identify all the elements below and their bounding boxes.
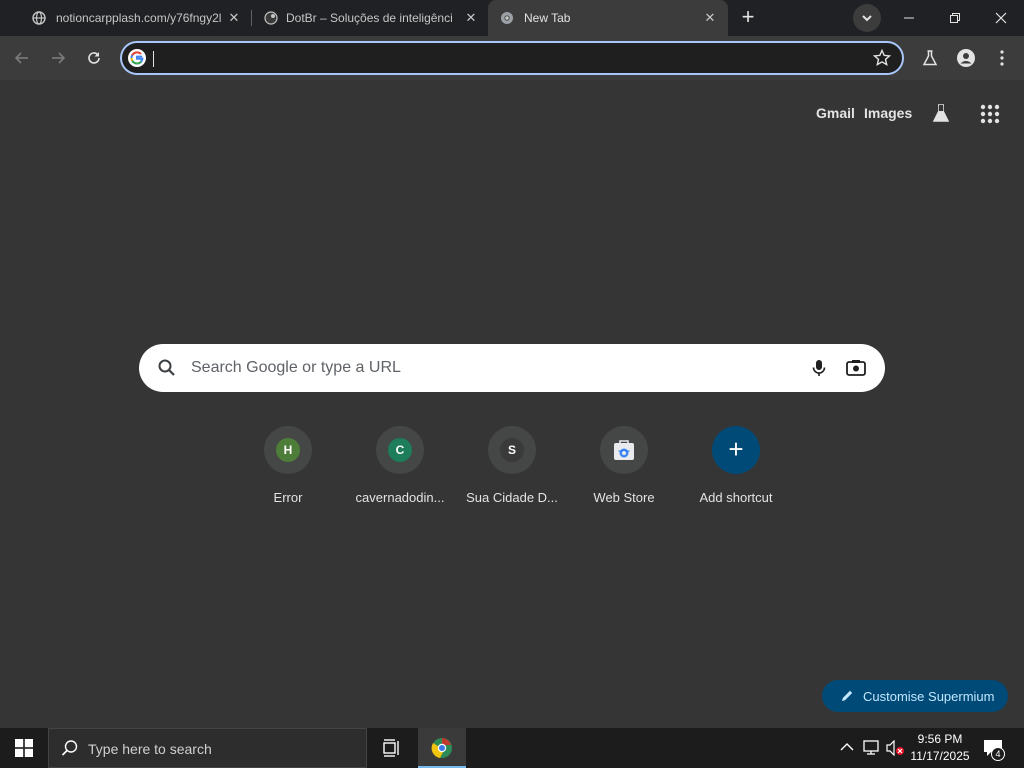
more-vert-icon — [1000, 50, 1004, 66]
taskbar-clock[interactable]: 9:56 PM 11/17/2025 — [904, 731, 976, 765]
tab-title: New Tab — [524, 11, 571, 25]
notifications-button[interactable]: 4 — [980, 728, 1008, 768]
shortcut-label: Sua Cidade D... — [466, 490, 558, 505]
arrow-left-icon — [14, 52, 28, 64]
ntp-search-box[interactable]: Search Google or type a URL — [139, 344, 885, 392]
shortcut-label: Error — [273, 490, 303, 505]
search-icon — [61, 740, 78, 756]
shortcut-letter-icon: S — [500, 438, 524, 462]
close-tab-icon[interactable]: ✕ — [225, 9, 243, 27]
search-icon — [158, 359, 175, 376]
customise-label: Customise Supermium — [863, 689, 995, 704]
tab-new-tab[interactable]: New Tab ✕ — [488, 0, 728, 36]
shortcut-icon-bg — [600, 426, 648, 474]
shortcut-icon-bg: C — [376, 426, 424, 474]
shortcut-tile[interactable]: C cavernadodin... — [344, 426, 456, 516]
chrome-icon — [501, 12, 513, 24]
text-caret — [153, 51, 154, 67]
new-tab-button[interactable]: + — [736, 6, 760, 30]
profile-icon — [957, 49, 975, 67]
gmail-link[interactable]: Gmail — [816, 105, 855, 121]
shortcut-icon-bg: + — [712, 426, 760, 474]
plus-icon: + — [728, 434, 744, 464]
minimize-button[interactable] — [886, 0, 932, 36]
images-link[interactable]: Images — [864, 105, 912, 121]
shortcut-label: Add shortcut — [699, 490, 773, 505]
new-tab-page: Gmail Images Search Google or type a URL… — [0, 80, 1024, 728]
globe-icon — [32, 11, 46, 25]
notification-count-badge: 4 — [991, 747, 1005, 761]
taskbar-search-placeholder: Type here to search — [88, 741, 212, 757]
taskbar-browser-app[interactable] — [418, 728, 466, 768]
customise-button[interactable]: Customise Supermium — [822, 680, 1008, 712]
minimize-icon — [904, 17, 914, 19]
labs-ntp-button[interactable] — [930, 102, 954, 126]
tab-notioncarpplash[interactable]: notioncarpplash.com/y76fngy2l ✕ — [8, 0, 248, 36]
dotbr-icon — [264, 11, 278, 25]
web-store-icon — [614, 440, 634, 460]
volume-muted-icon — [886, 740, 904, 756]
shortcut-label: cavernadodin... — [355, 490, 445, 505]
supermium-icon — [431, 738, 452, 758]
shortcut-tile[interactable]: H Error — [232, 426, 344, 516]
close-tab-icon[interactable]: ✕ — [701, 9, 719, 27]
shortcut-label: Web Store — [593, 490, 655, 505]
shortcut-icon-bg: H — [264, 426, 312, 474]
reload-icon — [88, 52, 100, 64]
task-view-button[interactable] — [380, 736, 404, 760]
apps-button[interactable] — [979, 103, 1001, 125]
arrow-right-icon — [52, 52, 66, 64]
bookmark-star-icon[interactable] — [872, 48, 892, 68]
menu-button[interactable] — [990, 46, 1014, 70]
flask-icon — [922, 50, 938, 66]
camera-icon[interactable] — [845, 358, 867, 378]
google-icon — [128, 49, 146, 67]
windows-taskbar: Type here to search 9:56 PM 11/17/2025 4 — [0, 728, 1024, 768]
shortcut-tile[interactable]: Web Store — [568, 426, 680, 516]
tab-dotbr[interactable]: DotBr – Soluções de inteligência ✕ — [252, 0, 488, 36]
taskbar-search-box[interactable]: Type here to search — [48, 728, 367, 768]
close-window-button[interactable] — [978, 0, 1024, 36]
back-button[interactable] — [10, 46, 34, 70]
restore-button[interactable] — [932, 0, 978, 36]
shortcut-letter-icon: H — [276, 438, 300, 462]
start-button[interactable] — [0, 728, 48, 768]
tab-strip: notioncarpplash.com/y76fngy2l ✕ DotBr – … — [0, 0, 1024, 36]
microphone-icon[interactable] — [809, 358, 829, 378]
network-icon — [863, 740, 879, 755]
add-shortcut-tile[interactable]: + Add shortcut — [680, 426, 792, 516]
close-tab-icon[interactable]: ✕ — [462, 9, 480, 27]
clock-time: 9:56 PM — [917, 732, 963, 746]
flask-icon — [932, 104, 950, 122]
pencil-icon — [842, 690, 853, 701]
volume-button[interactable] — [884, 728, 906, 768]
windows-logo-icon — [15, 739, 33, 757]
profile-button[interactable] — [954, 46, 978, 70]
tab-title: DotBr – Soluções de inteligência — [286, 11, 452, 25]
task-view-icon — [383, 739, 399, 757]
tray-overflow-button[interactable] — [838, 728, 856, 768]
tab-title: notioncarpplash.com/y76fngy2l — [56, 11, 222, 25]
forward-button[interactable] — [46, 46, 70, 70]
chevron-up-icon — [840, 743, 854, 751]
chevron-down-icon — [862, 15, 872, 22]
network-button[interactable] — [860, 728, 882, 768]
apps-grid-icon — [980, 104, 1000, 124]
close-icon — [995, 12, 1007, 24]
address-bar[interactable] — [120, 41, 904, 75]
shortcut-tile[interactable]: S Sua Cidade D... — [456, 426, 568, 516]
search-placeholder: Search Google or type a URL — [191, 359, 401, 376]
shortcut-letter-icon: C — [388, 438, 412, 462]
browser-toolbar — [0, 36, 1024, 80]
shortcut-icon-bg: S — [488, 426, 536, 474]
clock-date: 11/17/2025 — [910, 749, 970, 763]
labs-button[interactable] — [918, 46, 942, 70]
reload-button[interactable] — [82, 46, 106, 70]
tab-search-button[interactable] — [853, 4, 881, 32]
restore-icon — [950, 13, 960, 23]
